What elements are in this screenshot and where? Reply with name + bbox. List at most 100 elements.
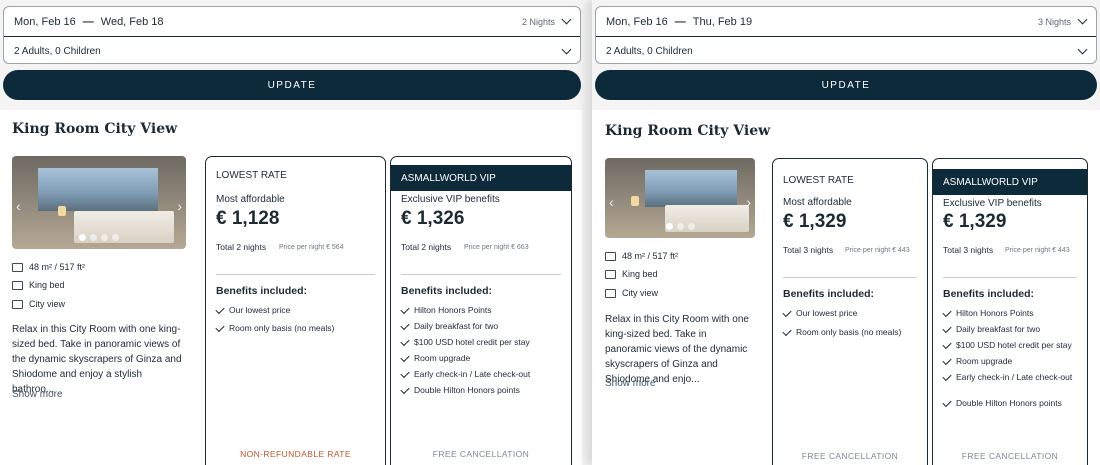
carousel-dot[interactable] <box>79 234 86 241</box>
rate-divider <box>401 274 561 275</box>
room-card: King Room City View ‹ › 48 m² / 517 ft² … <box>592 110 1100 465</box>
rate-price-per-night: Price per night € 443 <box>845 247 910 254</box>
benefit-item: Room upgrade <box>400 352 563 364</box>
benefit-label: Early check-in / Late check-out <box>414 369 531 379</box>
check-icon <box>400 336 410 347</box>
rate-policy-label: FREE CANCELLATION <box>801 451 899 461</box>
room-title: King Room City View <box>605 123 771 139</box>
check-icon <box>942 323 952 334</box>
check-icon <box>942 355 952 366</box>
check-icon <box>942 397 952 408</box>
carousel-dot[interactable] <box>676 223 684 230</box>
room-photo-carousel[interactable]: ‹ › <box>605 158 755 238</box>
benefits-title: Benefits included: <box>943 288 1035 300</box>
room-size-icon <box>605 251 616 261</box>
rate-price: € 1,128 <box>216 208 280 229</box>
carousel-dot[interactable] <box>665 223 673 230</box>
benefit-label: $100 USD hotel credit per stay <box>956 340 1072 350</box>
room-card: King Room City View ‹ › 48 m² / 517 ft² … <box>0 110 582 465</box>
benefits-title: Benefits included: <box>216 285 308 297</box>
rate-card-header: LOWEST RATE <box>216 169 287 181</box>
benefit-item: Early check-in / Late check-out <box>942 371 1079 383</box>
check-in-date: Mon, Feb 16 <box>14 15 76 28</box>
rate-total-nights: Total 2 nights <box>401 242 452 252</box>
benefit-item: $100 USD hotel credit per stay <box>400 336 563 348</box>
rate-price-per-night: Price per night € 564 <box>279 244 344 251</box>
benefit-item: Room upgrade <box>942 355 1079 367</box>
room-photo-window <box>38 168 158 211</box>
view-feature: City view <box>605 288 658 298</box>
chevron-down-icon[interactable] <box>561 44 572 54</box>
guests-selector[interactable]: 2 Adults, 0 Children <box>596 38 1096 64</box>
carousel-dot[interactable] <box>687 223 695 230</box>
bed-type-feature: King bed <box>12 280 65 290</box>
benefits-title: Benefits included: <box>783 288 875 300</box>
room-size-feature: 48 m² / 517 ft² <box>12 262 85 272</box>
carousel-dots <box>605 223 755 230</box>
carousel-prev-icon[interactable]: ‹ <box>609 194 614 210</box>
room-size-icon <box>12 262 23 272</box>
check-icon <box>942 371 952 382</box>
check-icon <box>400 368 410 379</box>
show-more-link[interactable]: Show more <box>12 389 63 400</box>
benefit-label: Our lowest price <box>796 308 858 318</box>
room-title: King Room City View <box>12 121 178 137</box>
benefit-item: Room only basis (no meals) <box>782 326 919 338</box>
benefit-item: $100 USD hotel credit per stay <box>942 339 1079 351</box>
update-button[interactable]: UPDATE <box>3 70 581 100</box>
carousel-dots <box>12 234 186 241</box>
rate-divider <box>783 277 917 278</box>
room-photo-carousel[interactable]: ‹ › <box>12 156 186 249</box>
city-view-icon <box>12 299 23 309</box>
guests-selector[interactable]: 2 Adults, 0 Children <box>4 38 580 64</box>
carousel-next-icon[interactable]: › <box>746 194 751 210</box>
rate-subtitle: Most affordable <box>216 194 285 205</box>
guests-value: 2 Adults, 0 Children <box>14 45 101 57</box>
benefit-item: Daily breakfast for two <box>942 323 1079 335</box>
carousel-dot[interactable] <box>90 234 97 241</box>
vip-rate-card[interactable]: ASMALLWORLD VIP Exclusive VIP benefits €… <box>390 156 572 465</box>
check-icon <box>400 304 410 315</box>
date-guest-selector: Mon, Feb 16 — Thu, Feb 19 3 Nights 2 Adu… <box>595 6 1097 64</box>
room-size-label: 48 m² / 517 ft² <box>29 262 86 272</box>
carousel-dot[interactable] <box>101 234 108 241</box>
benefit-item: Daily breakfast for two <box>400 320 563 332</box>
room-photo-lamp <box>631 196 639 206</box>
rate-subtitle: Most affordable <box>783 197 852 208</box>
room-size-label: 48 m² / 517 ft² <box>622 251 679 261</box>
lowest-rate-card[interactable]: LOWEST RATE Most affordable € 1,128 Tota… <box>205 156 386 465</box>
check-icon <box>400 320 410 331</box>
rate-total-nights: Total 3 nights <box>783 245 834 255</box>
rate-price: € 1,329 <box>943 211 1007 232</box>
update-button[interactable]: UPDATE <box>595 70 1097 100</box>
rate-price-per-night: Price per night € 443 <box>1005 247 1070 254</box>
carousel-prev-icon[interactable]: ‹ <box>16 198 21 214</box>
show-more-link[interactable]: Show more <box>605 378 656 389</box>
vip-rate-card[interactable]: ASMALLWORLD VIP Exclusive VIP benefits €… <box>932 158 1088 465</box>
left-booking-panel: Mon, Feb 16 — Wed, Feb 18 2 Nights 2 Adu… <box>0 0 592 465</box>
chevron-down-icon[interactable] <box>1077 44 1088 54</box>
rate-card-header: LOWEST RATE <box>783 174 854 186</box>
carousel-next-icon[interactable]: › <box>177 198 182 214</box>
view-label: City view <box>29 299 66 309</box>
rate-divider <box>943 277 1077 278</box>
benefit-label: Our lowest price <box>229 305 291 315</box>
rate-price: € 1,329 <box>783 211 847 232</box>
benefit-item: Hilton Honors Points <box>400 304 563 316</box>
carousel-dot[interactable] <box>112 234 119 241</box>
benefit-item: Double Hilton Honors points <box>400 384 563 396</box>
rate-policy-label: NON-REFUNDABLE RATE <box>240 449 351 459</box>
benefits-title: Benefits included: <box>401 285 493 297</box>
benefit-item: Early check-in / Late check-out <box>400 368 563 380</box>
lowest-rate-card[interactable]: LOWEST RATE Most affordable € 1,329 Tota… <box>772 158 928 465</box>
chevron-down-icon[interactable] <box>561 14 572 25</box>
benefit-label: Daily breakfast for two <box>414 321 499 331</box>
benefit-label: Hilton Honors Points <box>956 308 1034 318</box>
chevron-down-icon[interactable] <box>1077 14 1088 25</box>
check-icon <box>782 307 792 318</box>
benefit-label: Double Hilton Honors points <box>414 385 520 395</box>
date-range-selector[interactable]: Mon, Feb 16 — Thu, Feb 19 3 Nights <box>596 7 1096 37</box>
date-range-selector[interactable]: Mon, Feb 16 — Wed, Feb 18 2 Nights <box>4 7 580 37</box>
rate-policy-label: FREE CANCELLATION <box>432 449 530 459</box>
benefit-item: Our lowest price <box>782 307 919 319</box>
